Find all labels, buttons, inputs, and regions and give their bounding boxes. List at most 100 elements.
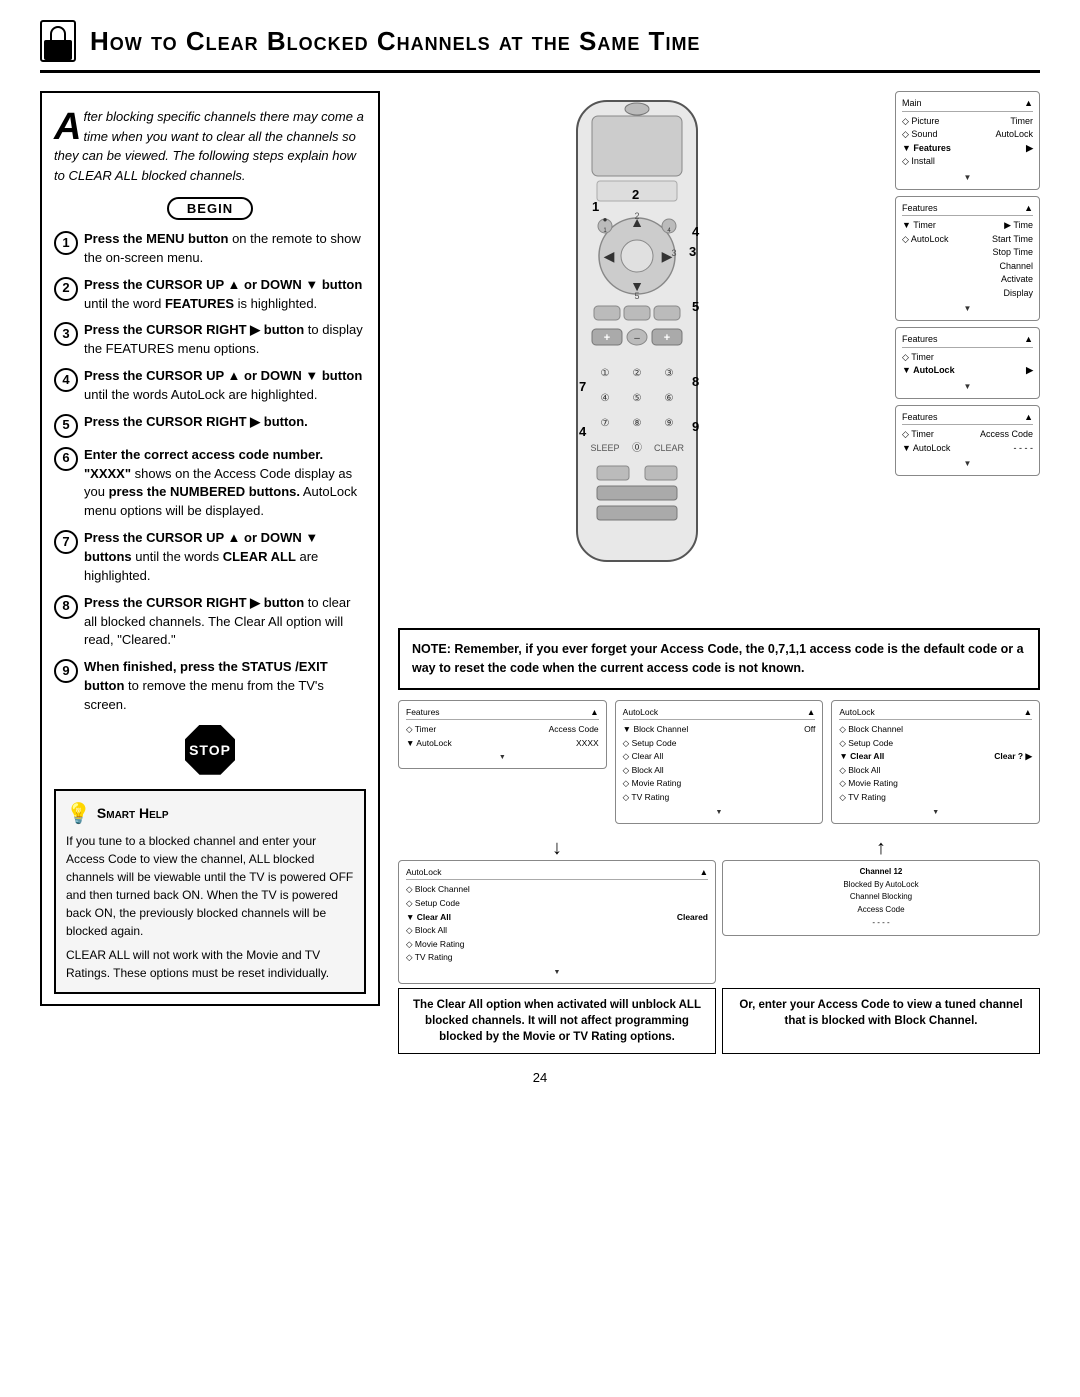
screen-title-2: Features▲ (902, 202, 1033, 217)
svg-text:–: – (634, 333, 640, 344)
screen-row-2-1: ▼ Timer▶ Time (902, 219, 1033, 233)
screen-row-2-4: Channel (902, 260, 1033, 274)
tv-screen-bottom-3: AutoLock▲ ◇ Block Channel ◇ Setup Code ▼… (831, 700, 1040, 824)
remote-image: ▲ ▼ ◀ ▶ 2 3 5 ● 1 4 (537, 91, 747, 614)
screen-row-2-2: ◇ AutoLockStart Time (902, 233, 1033, 247)
svg-text:②: ② (632, 368, 641, 379)
stop-badge: STOP (54, 725, 366, 775)
step-num-9: 9 (54, 659, 78, 683)
step-4: 4 Press the CURSOR UP ▲ or DOWN ▼ button… (54, 367, 366, 405)
smart-help-title: Smart Help (97, 805, 169, 821)
tv-screen-bottom-2: AutoLock▲ ▼ Block ChannelOff ◇ Setup Cod… (615, 700, 824, 824)
step-text-6: Enter the correct access code number. "X… (84, 446, 366, 521)
tv-screen-1: Main▲ ◇ PictureTimer ◇ SoundAutoLock ▼ F… (895, 91, 1040, 190)
caption-left: The Clear All option when activated will… (398, 988, 716, 1054)
note-box: NOTE: Remember, if you ever forget your … (398, 628, 1040, 690)
step-text-9: When finished, press the STATUS /EXIT bu… (84, 658, 366, 715)
svg-text:●: ● (602, 215, 607, 224)
screen-title-3: Features▲ (902, 333, 1033, 348)
smart-help-body: If you tune to a blocked channel and ent… (66, 832, 354, 982)
step-num-8: 8 (54, 595, 78, 619)
left-column: After blocking specific channels there m… (40, 91, 380, 1006)
tv-screen-3: Features▲ ◇ Timer ▼ AutoLock▶ ▼ (895, 327, 1040, 399)
svg-text:⑧: ⑧ (632, 418, 641, 429)
tv-screen-bottom-1: Features▲ ◇ TimerAccess Code ▼ AutoLockX… (398, 700, 607, 770)
screen-row-1-2: ◇ SoundAutoLock (902, 128, 1033, 142)
step-num-7: 7 (54, 530, 78, 554)
step-num-5: 5 (54, 414, 78, 438)
svg-text:2: 2 (634, 211, 639, 221)
svg-text:1: 1 (592, 199, 599, 214)
svg-text:①: ① (600, 368, 609, 379)
bottom-screen-group-2: AutoLock▲ ▼ Block ChannelOff ◇ Setup Cod… (615, 700, 824, 824)
lock-icon (40, 20, 76, 62)
screen-row-1-4: ◇ Install (902, 155, 1033, 169)
step-text-8: Press the CURSOR RIGHT ▶ button to clear… (84, 594, 366, 651)
drop-cap: A (54, 111, 81, 143)
top-section: ▲ ▼ ◀ ▶ 2 3 5 ● 1 4 (398, 91, 1040, 614)
step-text-1: Press the MENU button on the remote to s… (84, 230, 366, 268)
svg-text:7: 7 (579, 379, 586, 394)
remote-container: ▲ ▼ ◀ ▶ 2 3 5 ● 1 4 (398, 91, 885, 614)
step-text-5: Press the CURSOR RIGHT ▶ button. (84, 413, 366, 432)
page-title: How to Clear Blocked Channels at the Sam… (90, 26, 700, 57)
step-1: 1 Press the MENU button on the remote to… (54, 230, 366, 268)
svg-text:3: 3 (671, 248, 676, 258)
svg-text:⑦: ⑦ (600, 418, 609, 429)
right-screens-column: Main▲ ◇ PictureTimer ◇ SoundAutoLock ▼ F… (895, 91, 1040, 476)
svg-text:3: 3 (689, 244, 696, 259)
page-number: 24 (40, 1070, 1040, 1085)
screen-row-4-2: ▼ AutoLock- - - - (902, 442, 1033, 456)
screen-row-4-1: ◇ TimerAccess Code (902, 428, 1033, 442)
svg-text:4: 4 (579, 424, 587, 439)
arrow-down-right: ↑ (876, 838, 886, 858)
begin-label: BEGIN (167, 197, 253, 220)
svg-text:8: 8 (692, 374, 699, 389)
screen-row-2-5: Activate (902, 273, 1033, 287)
step-9: 9 When finished, press the STATUS /EXIT … (54, 658, 366, 715)
smart-help-header: 💡 Smart Help (66, 801, 354, 826)
step-text-3: Press the CURSOR RIGHT ▶ button to displ… (84, 321, 366, 359)
tv-screen-2: Features▲ ▼ Timer▶ Time ◇ AutoLockStart … (895, 196, 1040, 322)
svg-text:⑥: ⑥ (664, 393, 673, 404)
svg-text:⑨: ⑨ (664, 418, 673, 429)
bottom-screen-group-1: Features▲ ◇ TimerAccess Code ▼ AutoLockX… (398, 700, 607, 770)
step-8: 8 Press the CURSOR RIGHT ▶ button to cle… (54, 594, 366, 651)
svg-text:⑤: ⑤ (632, 393, 641, 404)
right-column: ▲ ▼ ◀ ▶ 2 3 5 ● 1 4 (398, 91, 1040, 1054)
begin-badge: BEGIN (54, 197, 366, 220)
intro-text: After blocking specific channels there m… (54, 107, 366, 185)
step-5: 5 Press the CURSOR RIGHT ▶ button. (54, 413, 366, 438)
screen-row-2-3: Stop Time (902, 246, 1033, 260)
bottom-screens-row: Features▲ ◇ TimerAccess Code ▼ AutoLockX… (398, 700, 1040, 824)
tv-screen-channel-blocked: Channel 12 Blocked By AutoLock Channel B… (722, 860, 1040, 936)
svg-text:9: 9 (692, 419, 699, 434)
step-num-4: 4 (54, 368, 78, 392)
bottom-screen-group-3: AutoLock▲ ◇ Block Channel ◇ Setup Code ▼… (831, 700, 1040, 824)
tv-screen-cleared: AutoLock▲ ◇ Block Channel ◇ Setup Code ▼… (398, 860, 716, 984)
smart-help-box: 💡 Smart Help If you tune to a blocked ch… (54, 789, 366, 994)
step-num-2: 2 (54, 277, 78, 301)
svg-text:CLEAR: CLEAR (653, 443, 684, 453)
step-6: 6 Enter the correct access code number. … (54, 446, 366, 521)
step-3: 3 Press the CURSOR RIGHT ▶ button to dis… (54, 321, 366, 359)
svg-text:③: ③ (664, 368, 673, 379)
step-text-7: Press the CURSOR UP ▲ or DOWN ▼ buttons … (84, 529, 366, 586)
stop-label: STOP (185, 725, 235, 775)
svg-text:⓪: ⓪ (632, 442, 642, 454)
page-header: How to Clear Blocked Channels at the Sam… (40, 20, 1040, 73)
screen-row-3-1: ◇ Timer (902, 351, 1033, 365)
bulb-icon: 💡 (66, 801, 91, 826)
step-num-3: 3 (54, 322, 78, 346)
screen-row-3-2: ▼ AutoLock▶ (902, 364, 1033, 378)
screen-row-1-3: ▼ Features▶ (902, 142, 1033, 156)
svg-text:5: 5 (634, 291, 639, 301)
screen-title-1: Main▲ (902, 97, 1033, 112)
svg-text:4: 4 (692, 224, 700, 239)
step-text-4: Press the CURSOR UP ▲ or DOWN ▼ button u… (84, 367, 366, 405)
svg-text:④: ④ (600, 393, 609, 404)
screen-row-1-1: ◇ PictureTimer (902, 115, 1033, 129)
svg-text:5: 5 (692, 299, 699, 314)
caption-right: Or, enter your Access Code to view a tun… (722, 988, 1040, 1054)
arrow-down-left: ↓ (552, 838, 562, 858)
